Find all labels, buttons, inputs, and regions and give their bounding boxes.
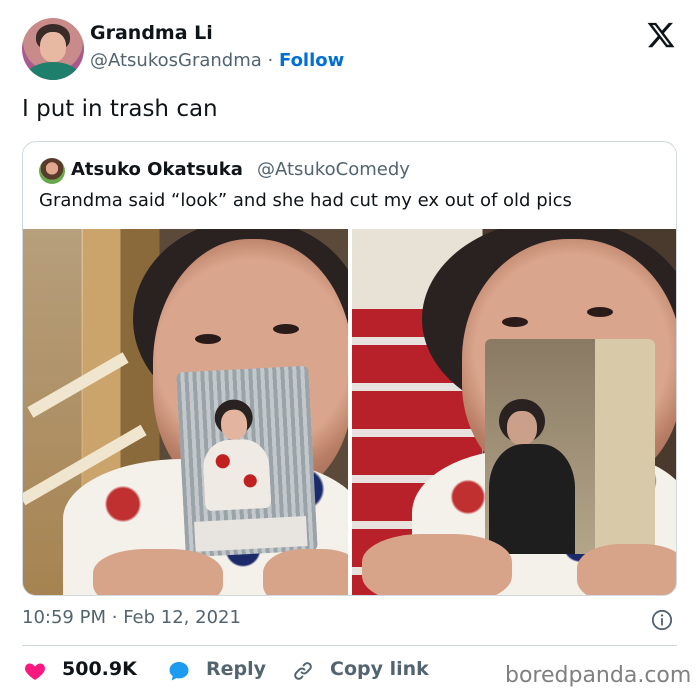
photo-left[interactable] [23,229,348,595]
reply-button[interactable]: Reply [166,656,286,686]
heart-icon [25,663,45,680]
x-logo-icon[interactable] [646,20,676,50]
tweet-text: I put in trash can [22,96,218,122]
author-handle[interactable]: @AtsukosGrandma [90,50,262,71]
held-photo-right [485,339,655,554]
info-icon[interactable] [651,609,673,631]
quoted-media [23,229,676,595]
author-handle-row: @AtsukosGrandma · Follow [90,50,344,71]
quoted-author-handle[interactable]: @AtsukoComedy [257,159,410,180]
handle-separator: · [267,50,274,71]
copy-link-button[interactable]: Copy link [290,656,450,686]
tweet-time: 10:59 PM [22,607,106,628]
photo-right[interactable] [352,229,676,595]
like-count: 500.9K [62,658,137,680]
author-avatar[interactable] [22,18,84,80]
tweet-header: Grandma Li @AtsukosGrandma · Follow [22,18,682,80]
reply-icon [169,662,189,681]
copy-link-label: Copy link [330,658,429,680]
watermark: boredpanda.com [505,663,692,688]
link-icon [294,662,312,680]
reply-label: Reply [206,658,267,680]
held-photo-left [176,365,318,558]
quoted-text: Grandma said “look” and she had cut my e… [39,190,572,211]
quoted-author-name[interactable]: Atsuko Okatsuka [71,159,243,180]
quoted-tweet[interactable]: Atsuko Okatsuka @AtsukoComedy Grandma sa… [22,141,677,596]
tweet-date: Feb 12, 2021 [123,607,241,628]
divider [22,645,677,646]
time-separator: · [111,607,118,628]
quoted-avatar[interactable] [39,158,65,184]
follow-button[interactable]: Follow [279,50,344,71]
author-name[interactable]: Grandma Li [90,22,213,44]
like-button[interactable]: 500.9K [22,656,152,686]
timestamp[interactable]: 10:59 PM · Feb 12, 2021 [22,607,241,628]
